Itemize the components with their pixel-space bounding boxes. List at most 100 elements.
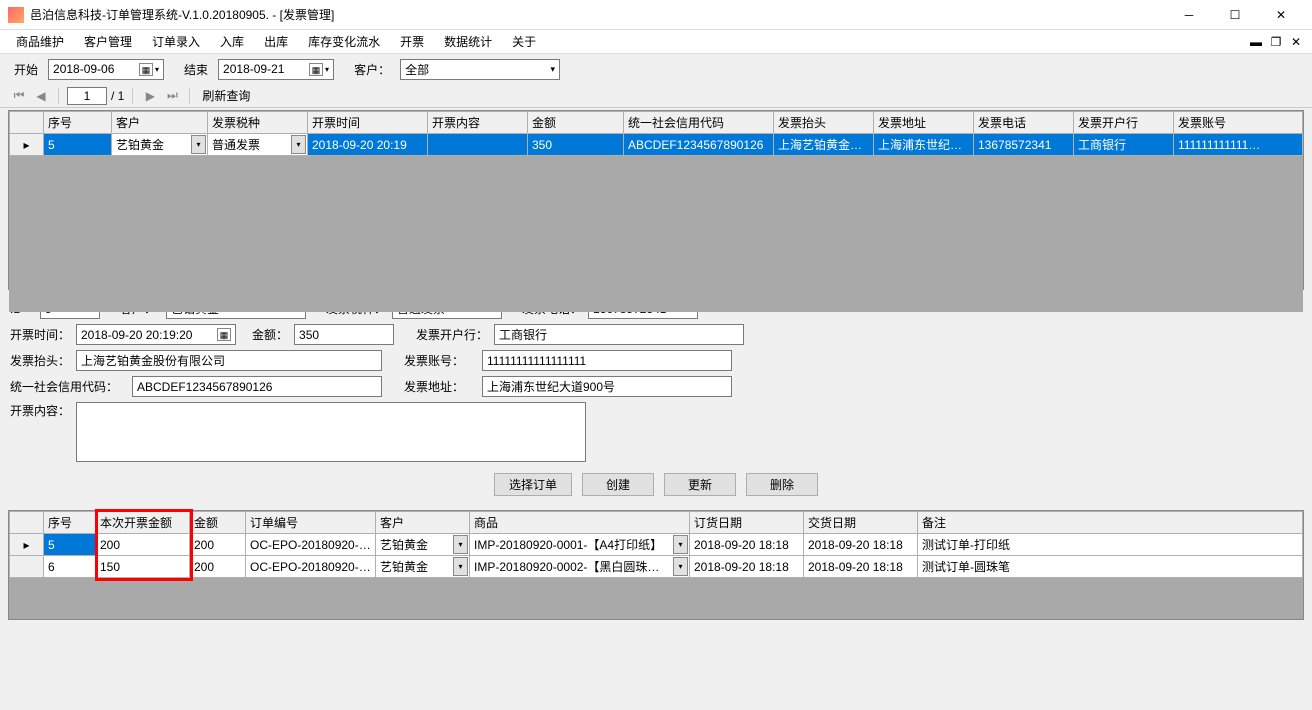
cell[interactable]: 测试订单-圆珠笔: [918, 556, 1303, 578]
cell-acct[interactable]: 111111111111…: [1174, 134, 1303, 156]
cell-amount[interactable]: 350: [528, 134, 624, 156]
menu-stock-flow[interactable]: 库存变化流水: [298, 30, 390, 53]
customer-filter-combo[interactable]: 全部▾: [400, 59, 560, 80]
amount-field[interactable]: [294, 324, 394, 345]
cell[interactable]: 200: [190, 534, 246, 556]
mdi-close-icon[interactable]: ✕: [1286, 35, 1306, 49]
invoice-row[interactable]: ▸ 5 艺铂黄金▾ 普通发票▾ 2018-09-20 20:19 350 ABC…: [10, 134, 1303, 156]
create-button[interactable]: 创建: [582, 473, 654, 496]
menu-invoice[interactable]: 开票: [390, 30, 434, 53]
col-content[interactable]: 开票内容: [428, 112, 528, 134]
col-amount[interactable]: 金额: [528, 112, 624, 134]
cell-taxtype[interactable]: 普通发票▾: [208, 134, 308, 156]
title-bar: 邑泊信息科技-订单管理系统-V.1.0.20180905. - [发票管理] ─…: [0, 0, 1312, 30]
col2-orderdate[interactable]: 订货日期: [690, 512, 804, 534]
calendar-icon[interactable]: ▦: [309, 63, 323, 76]
menu-order-entry[interactable]: 订单录入: [142, 30, 210, 53]
order-row[interactable]: ▸ 5 200 200 OC-EPO-20180920-0001 艺铂黄金▾ I…: [10, 534, 1303, 556]
cell[interactable]: 艺铂黄金▾: [376, 556, 470, 578]
col2-deliverdate[interactable]: 交货日期: [804, 512, 918, 534]
chevron-down-icon[interactable]: ▾: [155, 65, 159, 74]
title-field[interactable]: [76, 350, 382, 371]
uscc-field[interactable]: [132, 376, 382, 397]
cell-seq[interactable]: 5: [44, 134, 112, 156]
cell[interactable]: 2018-09-20 18:18: [690, 556, 804, 578]
col2-thisamt[interactable]: 本次开票金额: [96, 512, 190, 534]
next-page-button[interactable]: ▶: [141, 87, 159, 105]
chevron-down-icon: ▾: [453, 535, 468, 554]
first-page-button[interactable]: ⏮: [10, 87, 28, 105]
col2-product[interactable]: 商品: [470, 512, 690, 534]
prev-page-button[interactable]: ◀: [32, 87, 50, 105]
menu-customer[interactable]: 客户管理: [74, 30, 142, 53]
bank-field[interactable]: [494, 324, 744, 345]
close-button[interactable]: ✕: [1258, 0, 1304, 30]
cell-time[interactable]: 2018-09-20 20:19: [308, 134, 428, 156]
cell[interactable]: 2018-09-20 18:18: [804, 534, 918, 556]
col2-customer[interactable]: 客户: [376, 512, 470, 534]
cell[interactable]: OC-EPO-20180920-0001: [246, 534, 376, 556]
cell-customer[interactable]: 艺铂黄金▾: [112, 134, 208, 156]
col2-amt[interactable]: 金额: [190, 512, 246, 534]
end-date-picker[interactable]: 2018-09-21 ▦ ▾: [218, 59, 334, 80]
cell-bank[interactable]: 工商银行: [1074, 134, 1174, 156]
cell[interactable]: 测试订单-打印纸: [918, 534, 1303, 556]
cell-thisamt[interactable]: 200: [96, 534, 190, 556]
cell-uscc[interactable]: ABCDEF1234567890126: [624, 134, 774, 156]
cell[interactable]: 艺铂黄金▾: [376, 534, 470, 556]
time-picker[interactable]: 2018-09-20 20:19:20▦: [76, 324, 236, 345]
last-page-button[interactable]: ⏭: [163, 87, 181, 105]
col2-orderno[interactable]: 订单编号: [246, 512, 376, 534]
cell-title[interactable]: 上海艺铂黄金…: [774, 134, 874, 156]
cell-thisamt[interactable]: 150: [96, 556, 190, 578]
cell-phone[interactable]: 13678572341: [974, 134, 1074, 156]
cell[interactable]: 2018-09-20 18:18: [804, 556, 918, 578]
menu-stats[interactable]: 数据统计: [434, 30, 502, 53]
col-time[interactable]: 开票时间: [308, 112, 428, 134]
delete-button[interactable]: 删除: [746, 473, 818, 496]
refresh-query-button[interactable]: 刷新查询: [198, 87, 254, 104]
content-label: 开票内容：: [10, 402, 70, 419]
menu-stock-out[interactable]: 出库: [254, 30, 298, 53]
addr-field[interactable]: [482, 376, 732, 397]
cell-addr[interactable]: 上海浦东世纪…: [874, 134, 974, 156]
chevron-down-icon: ▾: [191, 135, 206, 154]
mdi-minimize-icon[interactable]: ▬: [1246, 35, 1266, 49]
cell[interactable]: IMP-20180920-0002-【黑白圆珠笔】▾: [470, 556, 690, 578]
order-row[interactable]: 6 150 200 OC-EPO-20180920-0002 艺铂黄金▾ IMP…: [10, 556, 1303, 578]
acct-field[interactable]: [482, 350, 732, 371]
cell-content[interactable]: [428, 134, 528, 156]
col2-seq[interactable]: 序号: [44, 512, 96, 534]
content-textarea[interactable]: [76, 402, 586, 462]
col-phone[interactable]: 发票电话: [974, 112, 1074, 134]
col-seq[interactable]: 序号: [44, 112, 112, 134]
col-bank[interactable]: 发票开户行: [1074, 112, 1174, 134]
col2-remark[interactable]: 备注: [918, 512, 1303, 534]
select-order-button[interactable]: 选择订单: [494, 473, 572, 496]
col-customer[interactable]: 客户: [112, 112, 208, 134]
col-uscc[interactable]: 统一社会信用代码: [624, 112, 774, 134]
cell[interactable]: 200: [190, 556, 246, 578]
minimize-button[interactable]: ─: [1166, 0, 1212, 30]
col-title[interactable]: 发票抬头: [774, 112, 874, 134]
col-addr[interactable]: 发票地址: [874, 112, 974, 134]
menu-product[interactable]: 商品维护: [6, 30, 74, 53]
maximize-button[interactable]: ☐: [1212, 0, 1258, 30]
chevron-down-icon[interactable]: ▾: [325, 65, 329, 74]
order-grid[interactable]: 序号 本次开票金额 金额 订单编号 客户 商品 订货日期 交货日期 备注 ▸ 5…: [8, 510, 1304, 620]
mdi-restore-icon[interactable]: ❐: [1266, 35, 1286, 49]
cell[interactable]: IMP-20180920-0001-【A4打印纸】▾: [470, 534, 690, 556]
calendar-icon[interactable]: ▦: [139, 63, 153, 76]
start-date-picker[interactable]: 2018-09-06 ▦ ▾: [48, 59, 164, 80]
update-button[interactable]: 更新: [664, 473, 736, 496]
cell[interactable]: 2018-09-20 18:18: [690, 534, 804, 556]
col-taxtype[interactable]: 发票税种: [208, 112, 308, 134]
cell[interactable]: 5: [44, 534, 96, 556]
menu-stock-in[interactable]: 入库: [210, 30, 254, 53]
page-number-input[interactable]: [67, 87, 107, 105]
col-acct[interactable]: 发票账号: [1174, 112, 1303, 134]
menu-about[interactable]: 关于: [502, 30, 546, 53]
invoice-grid[interactable]: 序号 客户 发票税种 开票时间 开票内容 金额 统一社会信用代码 发票抬头 发票…: [8, 110, 1304, 290]
cell[interactable]: OC-EPO-20180920-0002: [246, 556, 376, 578]
cell[interactable]: 6: [44, 556, 96, 578]
